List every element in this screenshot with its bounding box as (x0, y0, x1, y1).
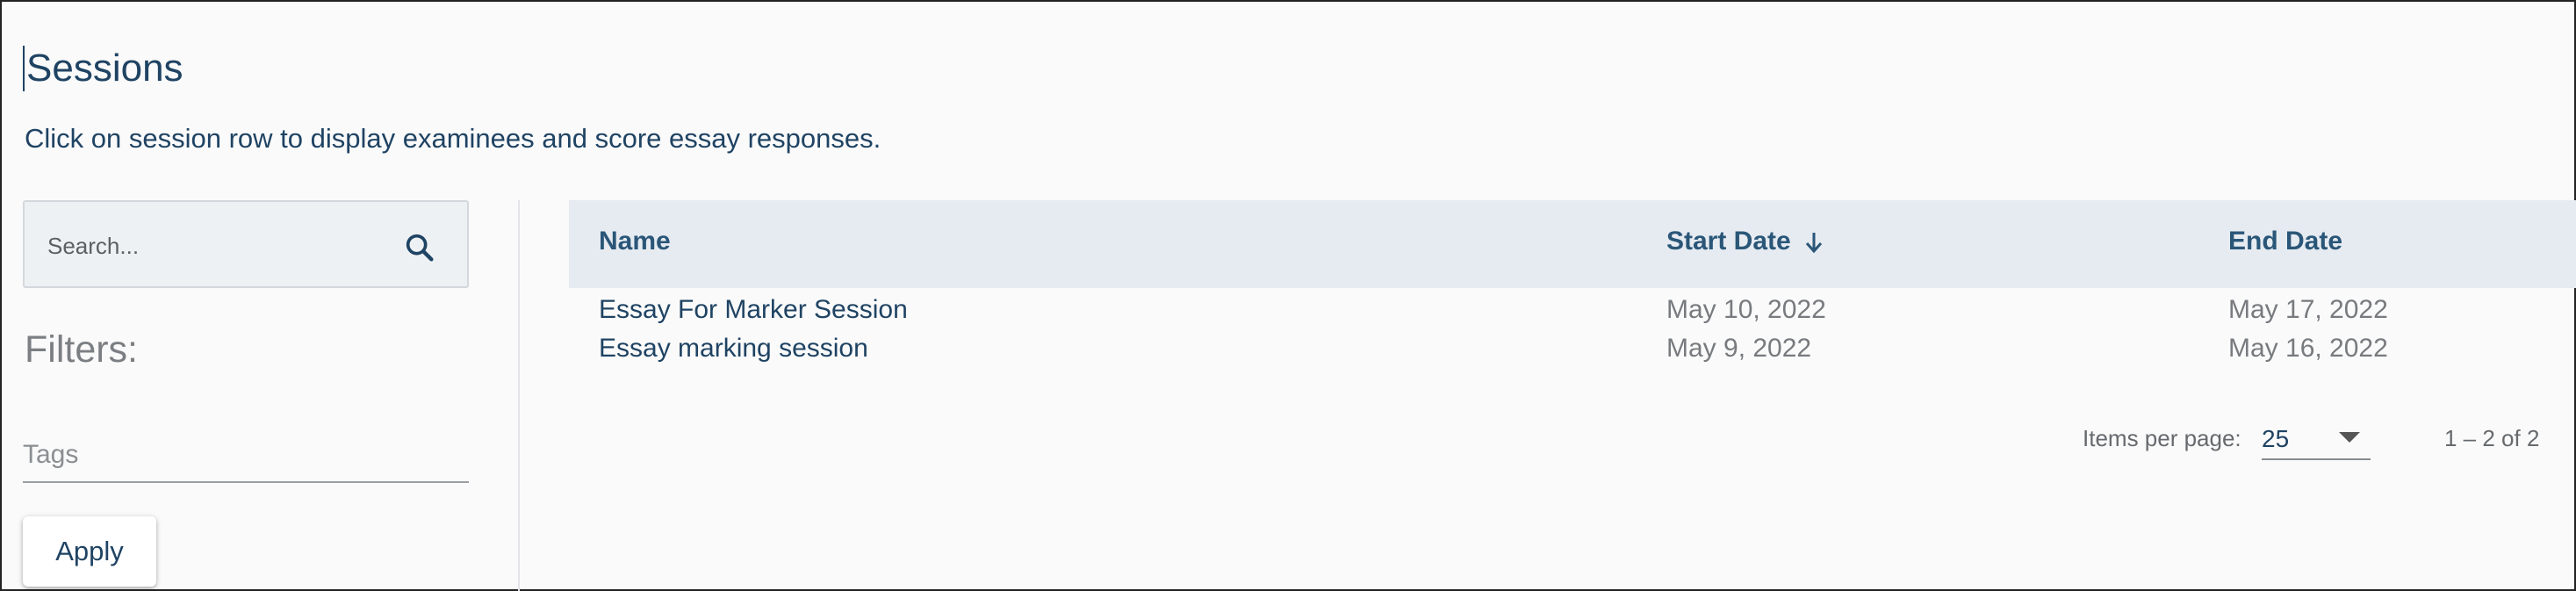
search-icon[interactable] (402, 230, 437, 265)
cell-end-date: May 16, 2022 (2228, 334, 2388, 363)
items-per-page-label: Items per page: (2083, 425, 2241, 451)
sort-descending-icon (1805, 233, 1822, 254)
tags-field (23, 432, 469, 483)
page-subtitle: Click on session row to display examinee… (25, 123, 881, 154)
table-header: Name Start Date End Date (569, 200, 2576, 288)
cell-start-date: May 9, 2022 (1666, 334, 1812, 363)
sessions-table: Name Start Date End Date Essay For Marke… (569, 200, 2576, 460)
filters-title: Filters: (25, 328, 138, 371)
tags-input[interactable] (23, 432, 469, 478)
page-title: Sessions (23, 46, 183, 91)
column-header-name[interactable]: Name (599, 227, 671, 256)
items-per-page-value: 25 (2262, 425, 2290, 452)
dropdown-caret-icon (2339, 432, 2360, 443)
search-input[interactable] (47, 228, 381, 263)
column-header-start-date-label: Start Date (1666, 227, 1791, 256)
paginator: Items per page: 25 1 – 2 of 2 (569, 399, 2576, 469)
page-range-label: 1 – 2 of 2 (2444, 425, 2540, 451)
table-row[interactable]: Essay For Marker Session May 10, 2022 Ma… (569, 292, 2576, 330)
cell-start-date: May 10, 2022 (1666, 295, 1826, 324)
items-per-page-select[interactable]: 25 (2262, 418, 2371, 460)
table-row[interactable]: Essay marking session May 9, 2022 May 16… (569, 330, 2576, 369)
column-header-end-date[interactable]: End Date (2228, 227, 2342, 256)
cell-end-date: May 17, 2022 (2228, 295, 2388, 324)
cell-name: Essay marking session (599, 334, 868, 363)
column-header-end-date-label: End Date (2228, 227, 2343, 256)
column-header-name-label: Name (599, 227, 671, 256)
search-box (23, 200, 469, 288)
apply-button[interactable]: Apply (23, 516, 156, 587)
sidebar-divider (518, 200, 520, 591)
cell-name: Essay For Marker Session (599, 295, 908, 324)
table-body: Essay For Marker Session May 10, 2022 Ma… (569, 292, 2576, 369)
column-header-start-date[interactable]: Start Date (1666, 227, 1824, 256)
